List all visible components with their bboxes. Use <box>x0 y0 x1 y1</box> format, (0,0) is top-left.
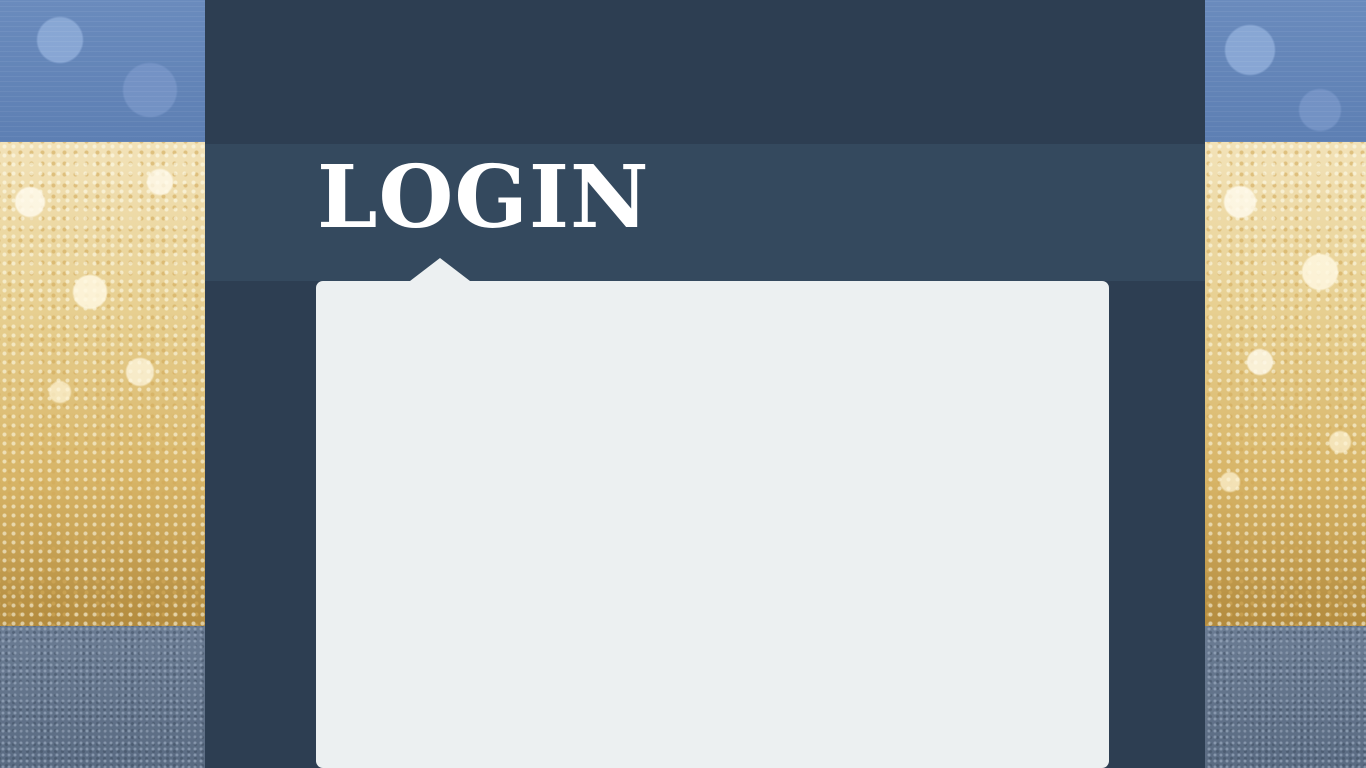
login-column: LOGIN <box>205 0 1205 768</box>
login-panel-pointer <box>410 258 470 281</box>
login-title: LOGIN <box>317 147 650 248</box>
login-form-panel <box>316 281 1109 768</box>
login-page: LOGIN <box>0 0 1366 768</box>
